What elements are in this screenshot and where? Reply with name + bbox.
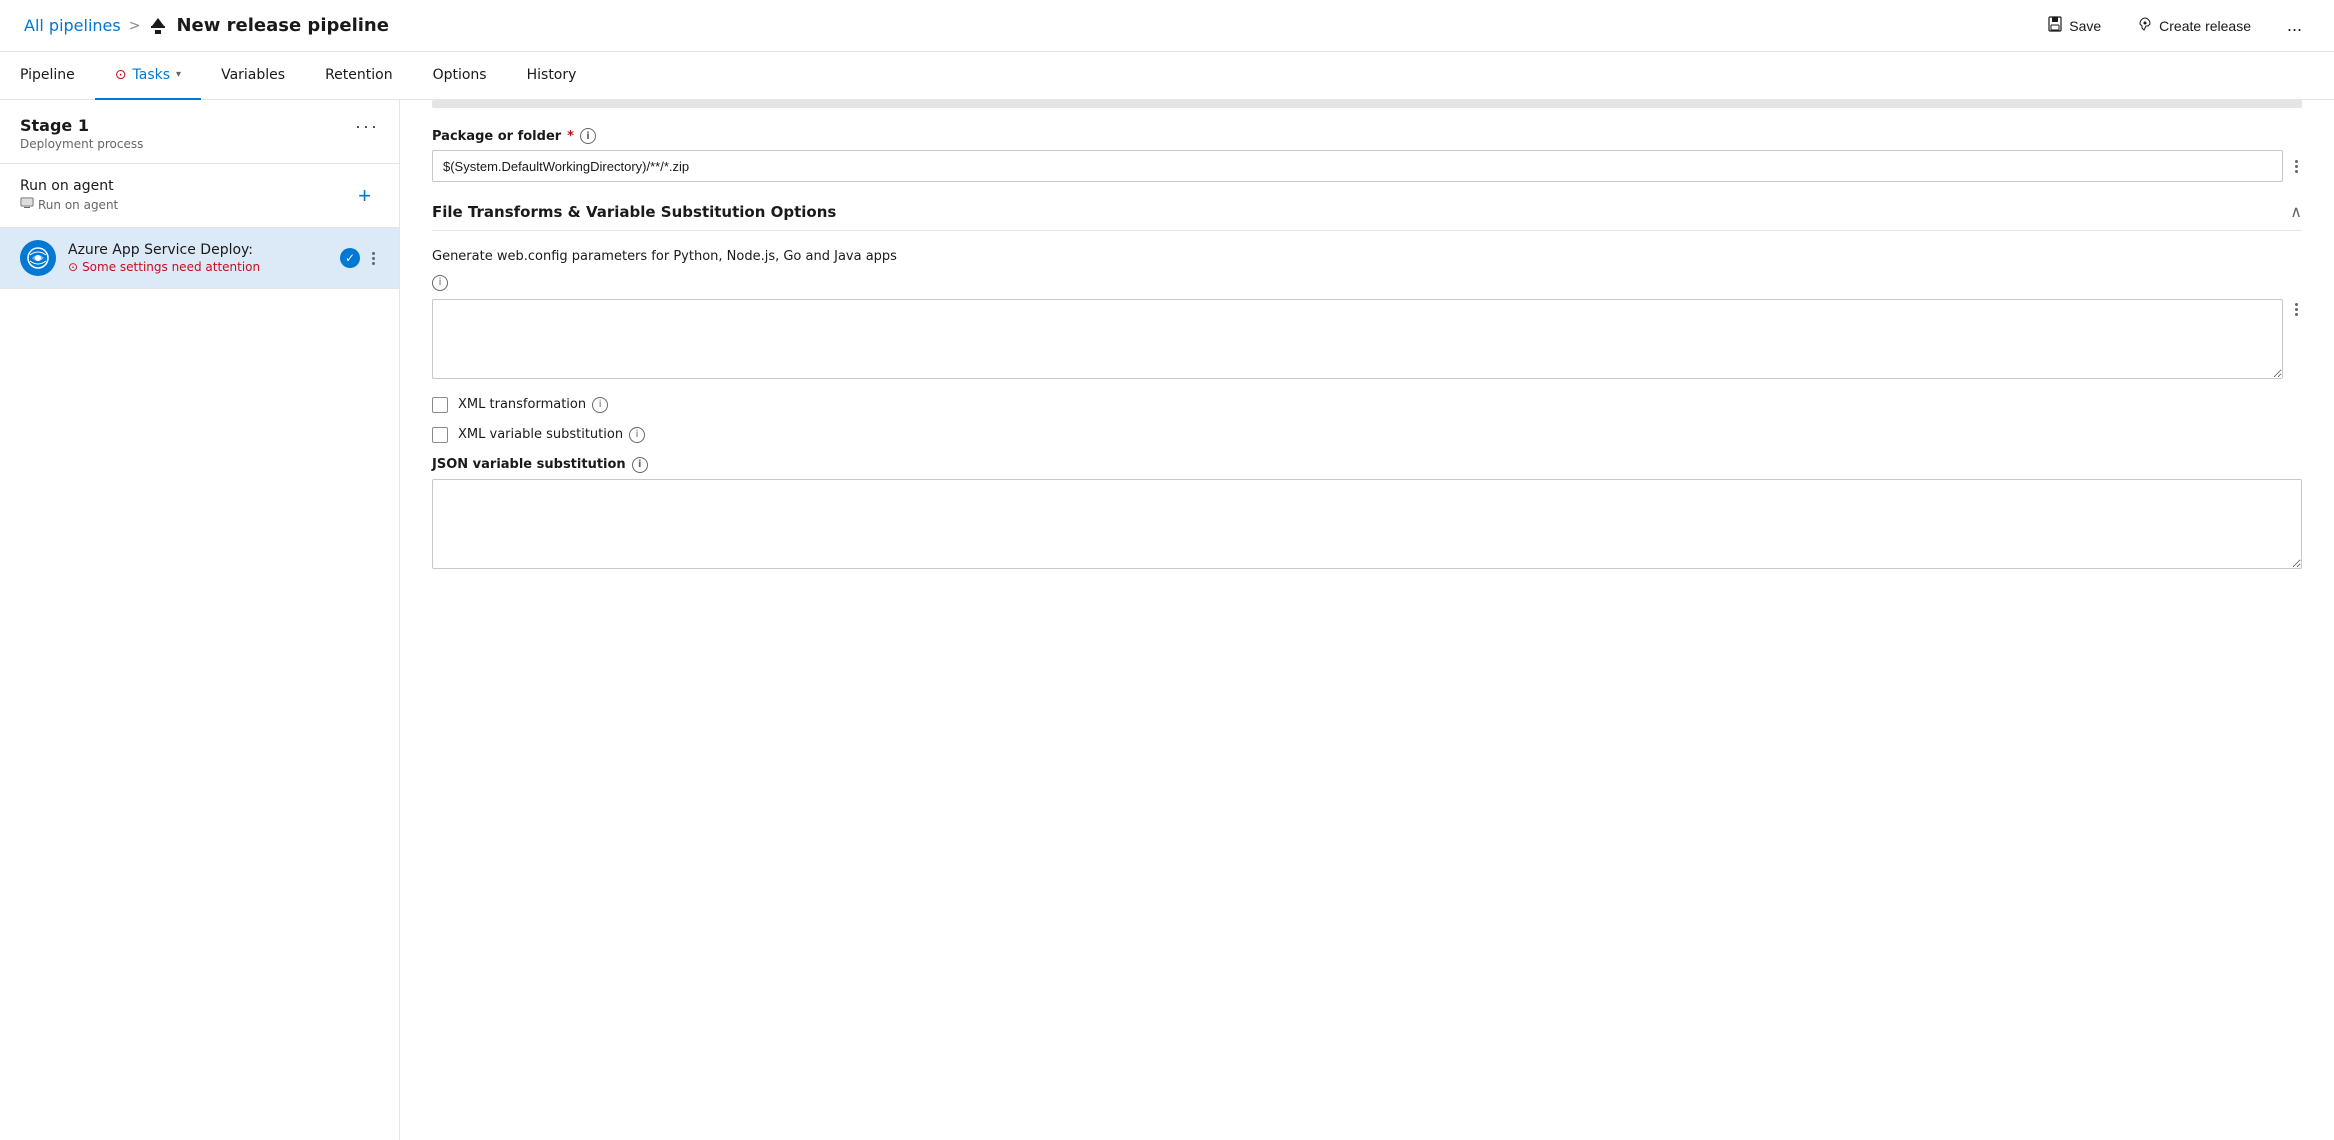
azure-task-item[interactable]: Azure App Service Deploy: ⊙ Some setting… [0, 228, 399, 289]
package-label: Package or folder * i [432, 128, 2302, 144]
header-actions: Save Create release ... [2039, 11, 2310, 40]
package-more-button[interactable] [2291, 156, 2302, 177]
run-on-agent-section: Run on agent Run on agent + [0, 164, 399, 228]
stage-more-button[interactable]: ··· [355, 116, 379, 137]
generate-webconfig-textarea-row [432, 299, 2302, 379]
tab-history[interactable]: History [507, 52, 597, 100]
package-field-row [432, 150, 2302, 182]
tab-pipeline[interactable]: Pipeline [0, 52, 95, 100]
task-actions: ✓ [340, 248, 379, 269]
file-transforms-title: File Transforms & Variable Substitution … [432, 203, 836, 221]
task-warning: ⊙ Some settings need attention [68, 260, 328, 274]
required-star: * [567, 129, 574, 144]
add-task-button[interactable]: + [350, 183, 379, 209]
azure-task-icon [20, 240, 56, 276]
tasks-chevron-icon: ▾ [176, 69, 181, 80]
stage-info: Stage 1 Deployment process [20, 116, 143, 151]
stage-subtitle: Deployment process [20, 137, 143, 151]
xml-transformation-label[interactable]: XML transformation i [458, 397, 608, 413]
tab-options-label: Options [433, 67, 487, 83]
generate-webconfig-info-row: i [432, 275, 2302, 291]
header-left: All pipelines > New release pipeline [24, 15, 389, 36]
save-icon [2047, 16, 2063, 35]
tab-history-label: History [527, 67, 577, 83]
tab-variables[interactable]: Variables [201, 52, 305, 100]
json-variable-textarea[interactable] [432, 479, 2302, 569]
run-on-agent-title: Run on agent [20, 178, 118, 194]
generate-webconfig-field: Generate web.config parameters for Pytho… [432, 247, 2302, 379]
right-panel: Package or folder * i File Transforms & … [400, 100, 2334, 1140]
collapse-button[interactable]: ∧ [2290, 202, 2302, 222]
breadcrumb-separator: > [129, 18, 141, 34]
task-warning-text: Some settings need attention [82, 260, 260, 274]
nav-tabs: Pipeline ⊙ Tasks ▾ Variables Retention O… [0, 52, 2334, 100]
package-info-icon[interactable]: i [580, 128, 596, 144]
tab-tasks-label: Tasks [133, 67, 171, 83]
dot3 [372, 262, 375, 265]
run-on-agent-sub: Run on agent [20, 196, 118, 213]
xml-variable-checkbox[interactable] [432, 427, 448, 443]
tab-variables-label: Variables [221, 67, 285, 83]
tab-tasks[interactable]: ⊙ Tasks ▾ [95, 52, 201, 100]
top-border-indicator [432, 100, 2302, 108]
xml-variable-info-icon[interactable]: i [629, 427, 645, 443]
idot3 [2295, 170, 2298, 173]
file-transforms-section-header: File Transforms & Variable Substitution … [432, 202, 2302, 231]
tab-retention[interactable]: Retention [305, 52, 413, 100]
idot1 [2295, 160, 2298, 163]
json-variable-section: JSON variable substitution i [432, 457, 2302, 573]
json-variable-label-row: JSON variable substitution i [432, 457, 2302, 473]
dot1 [372, 252, 375, 255]
xml-transform-info-icon[interactable]: i [592, 397, 608, 413]
save-button[interactable]: Save [2039, 12, 2109, 39]
json-variable-info-icon[interactable]: i [632, 457, 648, 473]
xml-variable-label[interactable]: XML variable substitution i [458, 427, 645, 443]
task-more-button[interactable] [368, 248, 379, 269]
xml-transformation-checkbox[interactable] [432, 397, 448, 413]
task-name: Azure App Service Deploy: [68, 242, 328, 258]
main-layout: Stage 1 Deployment process ··· Run on ag… [0, 100, 2334, 1140]
breadcrumb-all-pipelines[interactable]: All pipelines [24, 16, 121, 35]
package-input[interactable] [432, 150, 2283, 182]
tab-retention-label: Retention [325, 67, 393, 83]
gdot1 [2295, 303, 2298, 306]
generate-webconfig-more-button[interactable] [2291, 299, 2302, 320]
generate-webconfig-info-icon[interactable]: i [432, 275, 448, 291]
pipeline-icon [148, 16, 168, 36]
warning-icon: ⊙ [68, 260, 78, 274]
gdot3 [2295, 313, 2298, 316]
header-more-button[interactable]: ... [2279, 11, 2310, 40]
xml-transformation-row: XML transformation i [432, 397, 2302, 413]
package-folder-field: Package or folder * i [432, 128, 2302, 182]
task-info: Azure App Service Deploy: ⊙ Some setting… [68, 242, 328, 274]
dot2 [372, 257, 375, 260]
idot2 [2295, 165, 2298, 168]
tab-pipeline-label: Pipeline [20, 67, 75, 83]
stage-header: Stage 1 Deployment process ··· [0, 100, 399, 164]
agent-icon [20, 196, 34, 213]
save-label: Save [2069, 18, 2101, 34]
header: All pipelines > New release pipeline Sav… [0, 0, 2334, 52]
pipeline-title: New release pipeline [176, 15, 388, 36]
rocket-icon [2137, 16, 2153, 35]
run-on-agent-info: Run on agent Run on agent [20, 178, 118, 213]
generate-webconfig-textarea[interactable] [432, 299, 2283, 379]
tasks-warning-icon: ⊙ [115, 67, 127, 83]
task-check-icon: ✓ [340, 248, 360, 268]
create-release-button[interactable]: Create release [2129, 12, 2259, 39]
create-release-label: Create release [2159, 18, 2251, 34]
tab-options[interactable]: Options [413, 52, 507, 100]
left-panel: Stage 1 Deployment process ··· Run on ag… [0, 100, 400, 1140]
generate-webconfig-description: Generate web.config parameters for Pytho… [432, 247, 2302, 267]
stage-title: Stage 1 [20, 116, 143, 135]
xml-variable-row: XML variable substitution i [432, 427, 2302, 443]
gdot2 [2295, 308, 2298, 311]
